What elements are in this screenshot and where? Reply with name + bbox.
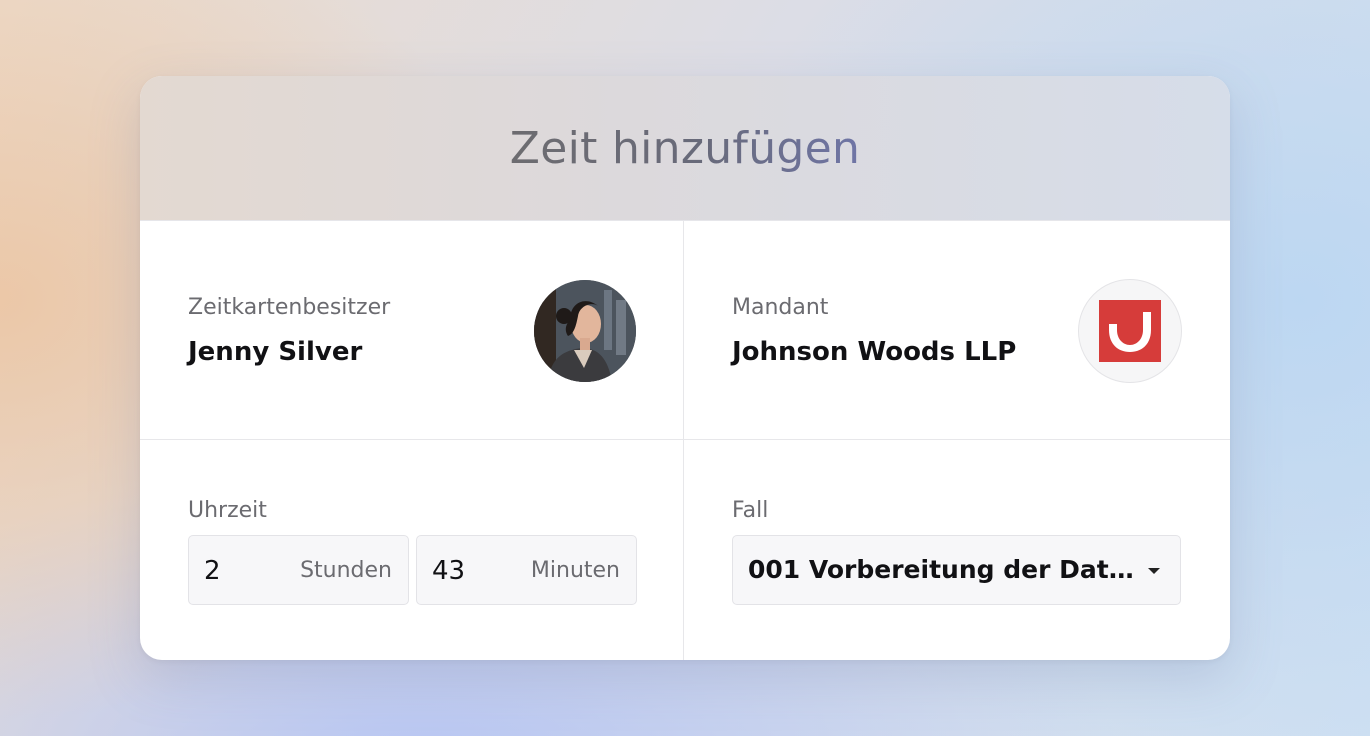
hours-value: 2 xyxy=(204,556,221,586)
client-field[interactable]: Mandant Johnson Woods LLP xyxy=(684,221,1230,440)
client-label: Mandant xyxy=(732,295,829,320)
add-time-dialog: Zeit hinzufügen Zeitkartenbesitzer Jenny… xyxy=(140,76,1230,660)
case-field: Fall 001 Vorbereitung der Dateien und Un… xyxy=(684,440,1230,660)
form-grid: Zeitkartenbesitzer Jenny Silver Mandant … xyxy=(140,221,1230,660)
client-logo xyxy=(1078,279,1182,383)
time-label: Uhrzeit xyxy=(188,498,267,523)
person-portrait-avatar-icon xyxy=(534,280,636,382)
minutes-value: 43 xyxy=(432,556,466,586)
owner-avatar xyxy=(534,280,636,382)
minutes-unit: Minuten xyxy=(530,558,620,583)
hours-unit: Stunden xyxy=(300,558,392,583)
timecard-owner-field[interactable]: Zeitkartenbesitzer Jenny Silver xyxy=(140,221,684,440)
minutes-input[interactable]: 43 Minuten xyxy=(416,535,637,605)
caret-down-icon xyxy=(1148,568,1160,574)
client-name: Johnson Woods LLP xyxy=(732,337,1017,367)
case-label: Fall xyxy=(732,498,769,523)
case-select[interactable]: 001 Vorbereitung der Dateien und Unterla… xyxy=(732,535,1181,605)
dialog-header: Zeit hinzufügen xyxy=(140,76,1230,221)
owner-name: Jenny Silver xyxy=(188,337,363,367)
johnson-woods-logo-icon xyxy=(1099,300,1161,362)
dialog-title: Zeit hinzufügen xyxy=(509,122,861,174)
hours-input[interactable]: 2 Stunden xyxy=(188,535,409,605)
case-selected-value: 001 Vorbereitung der Dateien und Unterla… xyxy=(748,555,1134,584)
time-field: Uhrzeit 2 Stunden 43 Minuten xyxy=(140,440,684,660)
owner-label: Zeitkartenbesitzer xyxy=(188,295,391,320)
